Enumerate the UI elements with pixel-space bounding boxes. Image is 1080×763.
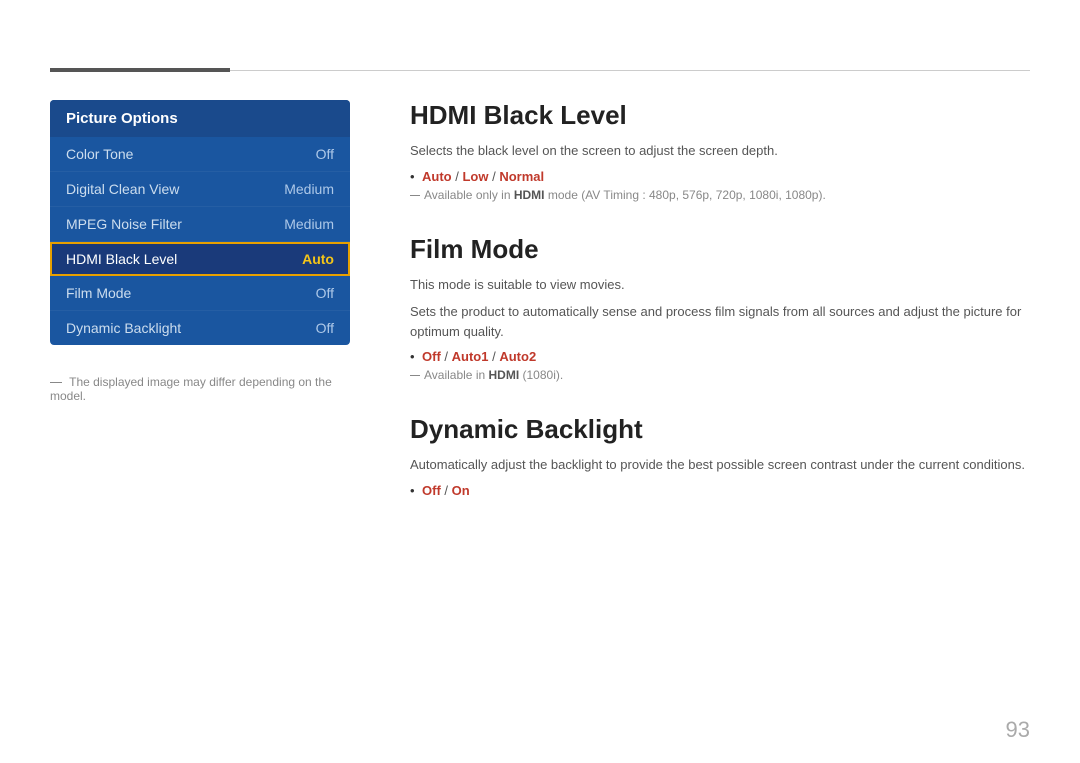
hdmi-opt-auto: Auto bbox=[422, 169, 452, 184]
note-dash bbox=[50, 382, 62, 383]
film-opt-off: Off bbox=[422, 349, 441, 364]
menu-box: Picture Options Color Tone Off Digital Cle… bbox=[50, 100, 350, 345]
hdmi-keyword: HDMI bbox=[514, 188, 545, 202]
section-hdmi-black-level: HDMI Black Level Selects the black level… bbox=[410, 100, 1030, 202]
menu-item-value: Medium bbox=[284, 216, 334, 232]
film-opt-auto1: Auto1 bbox=[452, 349, 489, 364]
film-sep1: / bbox=[444, 349, 451, 364]
menu-item-value: Off bbox=[316, 285, 334, 301]
hdmi-opt-low: Low bbox=[462, 169, 488, 184]
hdmi-opt-normal: Normal bbox=[499, 169, 544, 184]
film-mode-desc1: This mode is suitable to view movies. bbox=[410, 275, 1030, 295]
menu-item-color-tone[interactable]: Color Tone Off bbox=[50, 137, 350, 172]
menu-item-value: Auto bbox=[302, 251, 334, 267]
left-panel: Picture Options Color Tone Off Digital Cle… bbox=[50, 100, 350, 403]
menu-item-value: Off bbox=[316, 320, 334, 336]
menu-item-label: MPEG Noise Filter bbox=[66, 216, 182, 232]
top-bar-dark bbox=[50, 68, 230, 72]
section-dynamic-backlight: Dynamic Backlight Automatically adjust t… bbox=[410, 414, 1030, 498]
menu-item-dynamic-backlight[interactable]: Dynamic Backlight Off bbox=[50, 311, 350, 345]
hdmi-black-level-title: HDMI Black Level bbox=[410, 100, 1030, 131]
menu-item-digital-clean-view[interactable]: Digital Clean View Medium bbox=[50, 172, 350, 207]
right-content: HDMI Black Level Selects the black level… bbox=[410, 100, 1030, 530]
film-mode-options: Off / Auto1 / Auto2 bbox=[410, 349, 1030, 364]
db-opt-on: On bbox=[452, 483, 470, 498]
top-bar bbox=[50, 68, 1030, 72]
menu-item-mpeg-noise-filter[interactable]: MPEG Noise Filter Medium bbox=[50, 207, 350, 242]
db-sep1: / bbox=[444, 483, 451, 498]
menu-title: Picture Options bbox=[50, 100, 350, 137]
page-number: 93 bbox=[1006, 717, 1030, 743]
menu-item-label: Dynamic Backlight bbox=[66, 320, 181, 336]
dynamic-backlight-options: Off / On bbox=[410, 483, 1030, 498]
menu-items-container: Color ToneOffDigital Clean ViewMediumMPE… bbox=[50, 137, 350, 345]
note: The displayed image may differ depending… bbox=[50, 375, 350, 403]
film-mode-desc2: Sets the product to automatically sense … bbox=[410, 302, 1030, 341]
film-available-note: Available in HDMI (1080i). bbox=[410, 368, 1030, 382]
menu-item-label: Film Mode bbox=[66, 285, 131, 301]
menu-item-label: HDMI Black Level bbox=[66, 251, 177, 267]
menu-item-film-mode[interactable]: Film Mode Off bbox=[50, 276, 350, 311]
film-mode-title: Film Mode bbox=[410, 234, 1030, 265]
dynamic-backlight-title: Dynamic Backlight bbox=[410, 414, 1030, 445]
film-opt-auto2: Auto2 bbox=[499, 349, 536, 364]
top-bar-light bbox=[230, 70, 1030, 71]
note-text: The displayed image may differ depending… bbox=[50, 375, 332, 403]
menu-item-label: Digital Clean View bbox=[66, 181, 179, 197]
hdmi-black-level-desc: Selects the black level on the screen to… bbox=[410, 141, 1030, 161]
menu-item-label: Color Tone bbox=[66, 146, 133, 162]
hdmi-available-note: Available only in HDMI mode (AV Timing :… bbox=[410, 188, 1030, 202]
db-opt-off: Off bbox=[422, 483, 441, 498]
dynamic-backlight-desc: Automatically adjust the backlight to pr… bbox=[410, 455, 1030, 475]
film-hdmi-keyword: HDMI bbox=[489, 368, 520, 382]
menu-item-value: Medium bbox=[284, 181, 334, 197]
section-film-mode: Film Mode This mode is suitable to view … bbox=[410, 234, 1030, 383]
hdmi-black-level-options: Auto / Low / Normal bbox=[410, 169, 1030, 184]
menu-item-value: Off bbox=[316, 146, 334, 162]
menu-item-hdmi-black-level[interactable]: HDMI Black Level Auto bbox=[50, 242, 350, 276]
